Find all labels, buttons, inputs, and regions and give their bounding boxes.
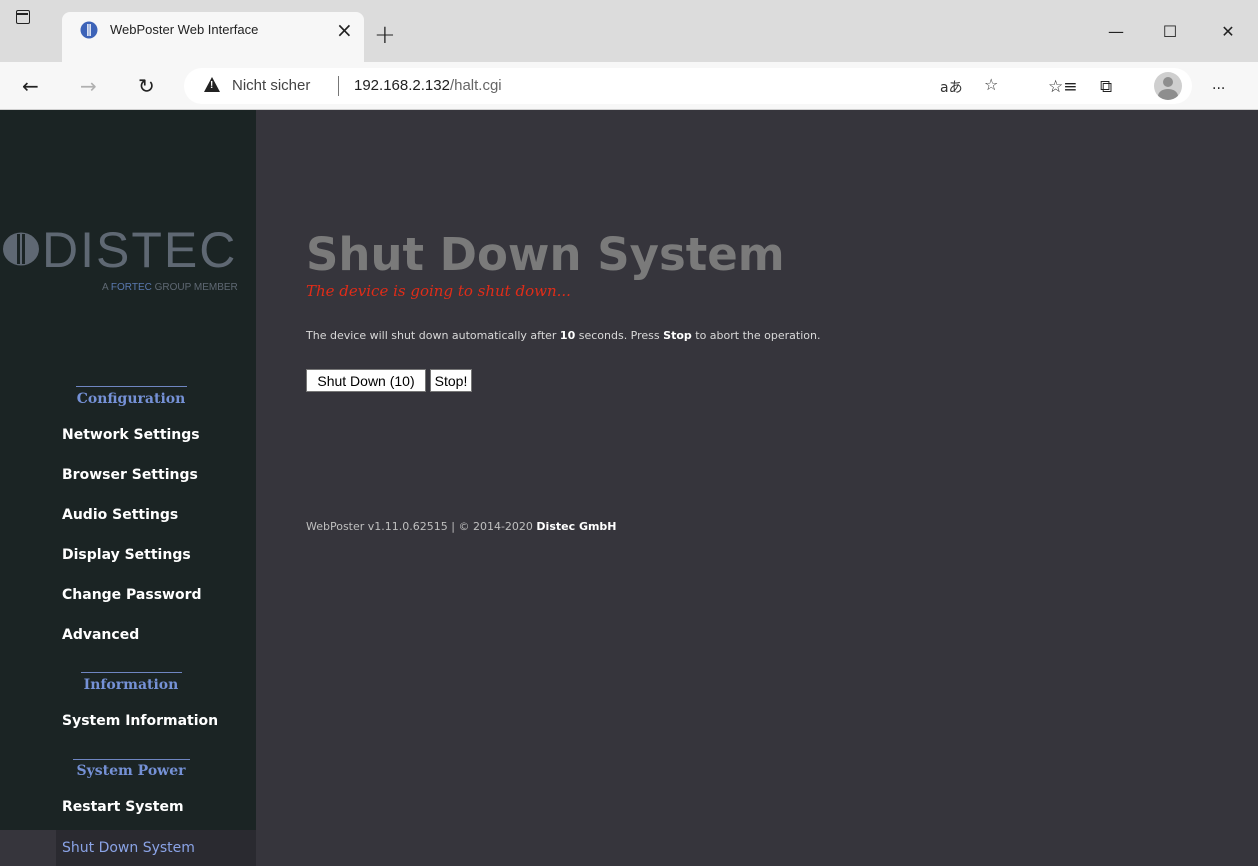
page-title: Shut Down System <box>306 228 785 281</box>
maximize-icon[interactable]: ☐ <box>1160 22 1180 42</box>
url-path: /halt.cgi <box>449 77 502 94</box>
footer-company: Distec GmbH <box>536 520 617 533</box>
sidebar-item-label: Shut Down System <box>62 840 195 856</box>
stop-button[interactable]: Stop! <box>430 369 472 392</box>
address-separator <box>338 76 339 96</box>
desc-stop: Stop <box>663 329 692 342</box>
sidebar-background-lower <box>56 580 256 830</box>
logo-sub-suffix: GROUP MEMBER <box>151 282 238 293</box>
browser-tab[interactable]: WebPoster Web Interface × <box>62 12 364 62</box>
tab-title: WebPoster Web Interface <box>110 22 259 37</box>
tab-close-icon[interactable]: × <box>336 18 353 42</box>
desc-seconds: 10 <box>559 329 576 342</box>
distec-logo-mark-icon <box>3 232 39 266</box>
page-subtitle: The device is going to shut down... <box>306 282 571 300</box>
section-title-configuration: Configuration <box>76 391 186 407</box>
add-favorite-icon[interactable]: ☆ <box>984 75 998 94</box>
section-divider <box>76 386 187 387</box>
distec-favicon-icon <box>80 21 98 39</box>
close-window-icon[interactable]: ✕ <box>1218 22 1238 42</box>
url-host: 192.168.2.132 <box>354 77 450 94</box>
sidebar-item-network-settings[interactable]: Network Settings <box>62 427 200 443</box>
section-title-information: Information <box>83 677 179 693</box>
desc-prefix: The device will shut down automatically … <box>306 329 560 342</box>
section-divider <box>73 759 190 760</box>
sidebar-item-system-information[interactable]: System Information <box>62 713 218 729</box>
logo-sub-accent: FORTEC <box>110 282 152 293</box>
refresh-icon[interactable]: ↻ <box>138 75 155 97</box>
page-content: DISTEC A FORTEC GROUP MEMBER Configurati… <box>0 110 1258 866</box>
warning-icon[interactable] <box>204 77 220 92</box>
sidebar-item-change-password[interactable]: Change Password <box>62 587 202 603</box>
logo-subtitle: A FORTEC GROUP MEMBER <box>102 282 238 293</box>
sidebar-item-browser-settings[interactable]: Browser Settings <box>62 467 198 483</box>
browser-titlebar: WebPoster Web Interface × + — ☐ ✕ <box>0 0 1258 68</box>
footer-version: WebPoster v1.11.0.62515 | © 2014-2020 <box>306 520 537 533</box>
minimize-icon[interactable]: — <box>1106 22 1126 42</box>
sidebar: DISTEC A FORTEC GROUP MEMBER Configurati… <box>0 110 256 866</box>
sidebar-item-advanced[interactable]: Advanced <box>62 627 139 643</box>
new-tab-icon[interactable]: + <box>374 22 396 48</box>
logo-text: DISTEC <box>42 222 238 278</box>
collections-icon[interactable]: ⧉ <box>1100 76 1112 98</box>
profile-avatar[interactable] <box>1154 72 1182 100</box>
desc-middle: seconds. Press <box>575 329 664 342</box>
sidebar-item-restart-system[interactable]: Restart System <box>62 799 184 815</box>
section-divider <box>81 672 182 673</box>
sidebar-item-display-settings[interactable]: Display Settings <box>62 547 191 563</box>
logo-sub-prefix: A <box>102 282 111 293</box>
tab-actions-icon[interactable] <box>16 10 30 24</box>
sidebar-item-shut-down-system[interactable]: Shut Down System <box>56 830 256 866</box>
footer: WebPoster v1.11.0.62515 | © 2014-2020 Di… <box>306 520 617 533</box>
browser-toolbar: ← → ↻ Nicht sicher 192.168.2.132/halt.cg… <box>0 62 1258 110</box>
more-menu-icon[interactable]: ··· <box>1212 78 1225 100</box>
address-bar[interactable]: Nicht sicher 192.168.2.132/halt.cgi aあ ☆ <box>184 68 1192 104</box>
distec-logo: DISTEC A FORTEC GROUP MEMBER <box>0 222 256 298</box>
shutdown-description: The device will shut down automatically … <box>306 329 820 342</box>
forward-icon: → <box>80 74 97 98</box>
sidebar-background-left <box>0 580 56 830</box>
not-secure-label[interactable]: Nicht sicher <box>232 77 310 94</box>
back-icon[interactable]: ← <box>22 75 39 97</box>
sidebar-item-audio-settings[interactable]: Audio Settings <box>62 507 178 523</box>
url-text[interactable]: 192.168.2.132/halt.cgi <box>354 77 502 94</box>
desc-suffix: to abort the operation. <box>691 329 821 342</box>
read-aloud-icon[interactable]: aあ <box>940 77 963 97</box>
section-title-system-power: System Power <box>76 763 186 779</box>
favorites-icon[interactable]: ☆≡ <box>1048 76 1077 98</box>
shut-down-button[interactable]: Shut Down (10) <box>306 369 426 392</box>
